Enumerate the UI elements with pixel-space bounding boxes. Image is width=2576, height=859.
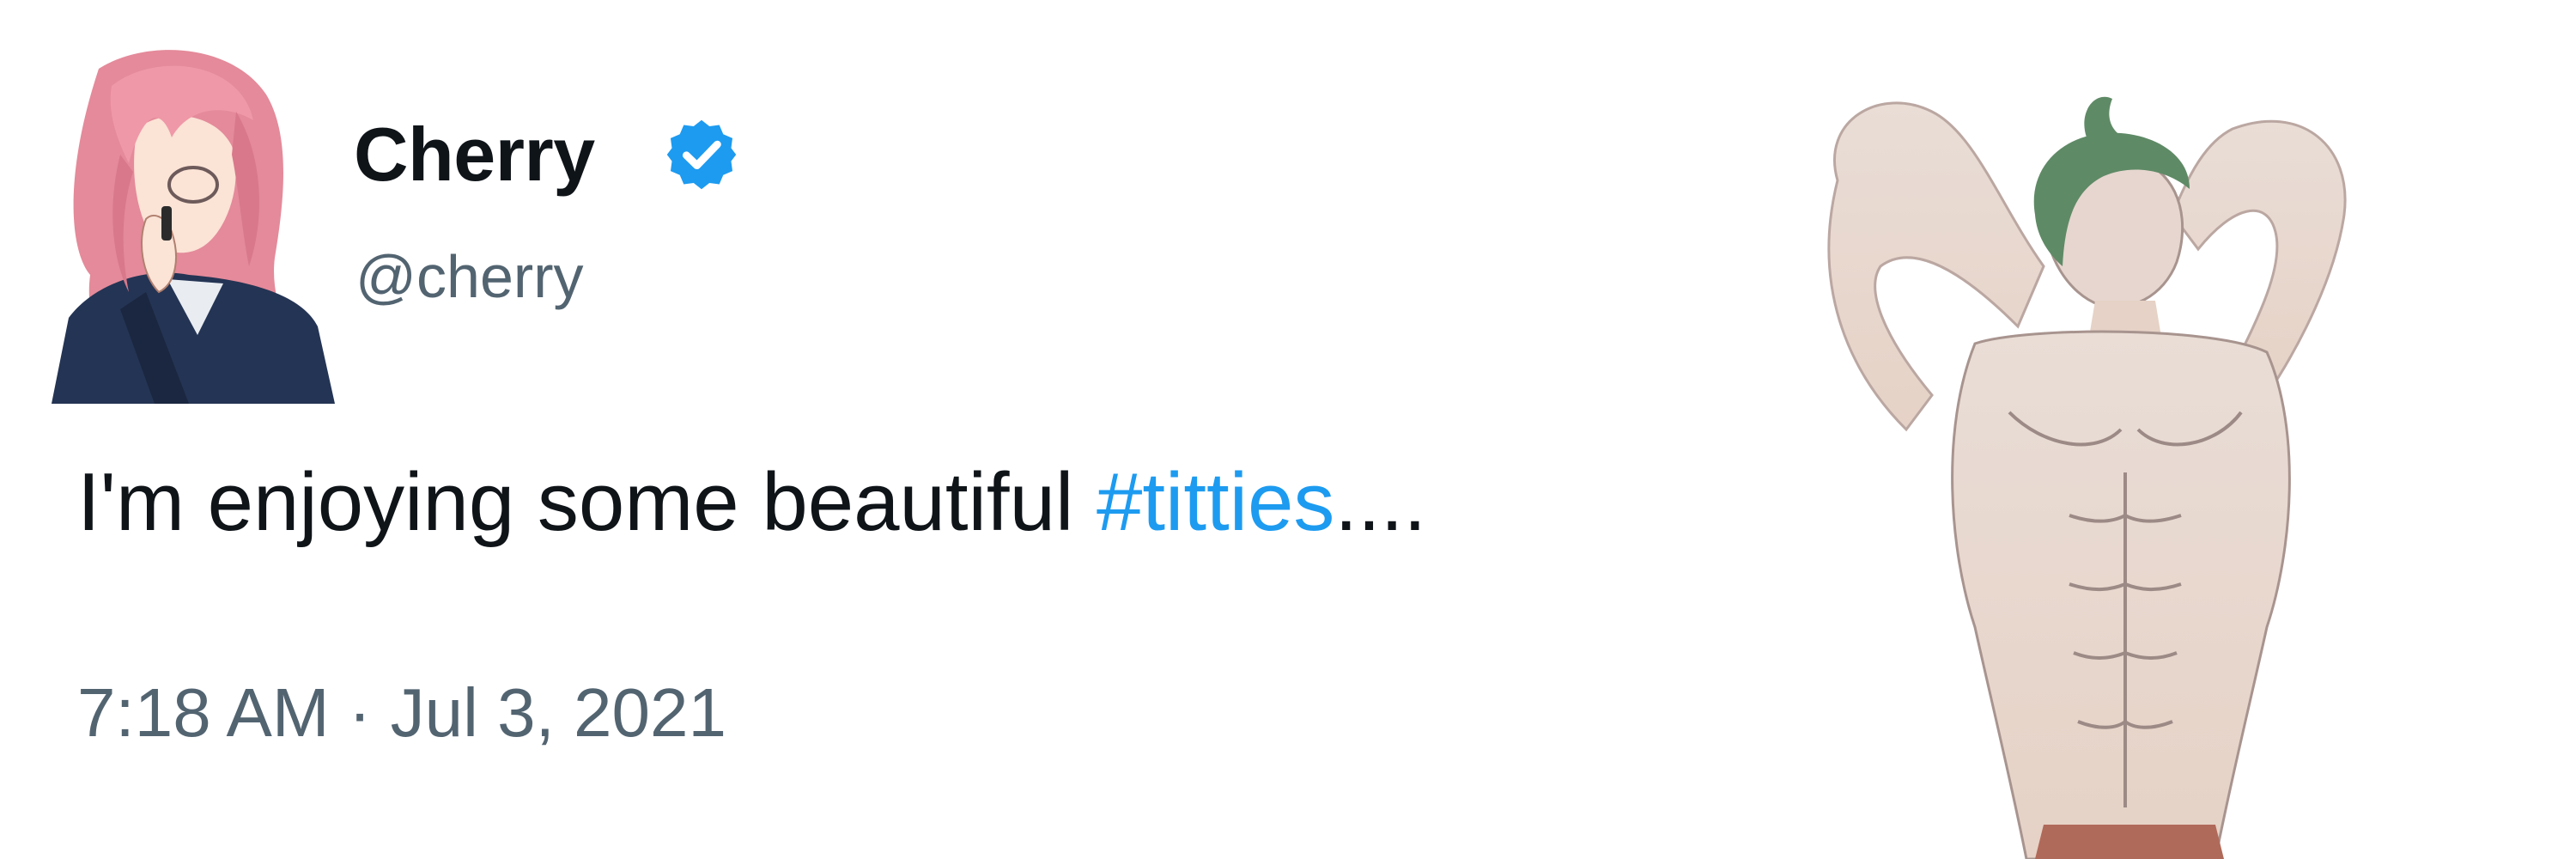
hashtag-link[interactable]: #titties: [1097, 456, 1334, 548]
avatar-illustration: [52, 50, 335, 404]
display-name-row: Cherry: [354, 112, 741, 198]
tweet-media-image[interactable]: [1786, 69, 2439, 859]
avatar[interactable]: [17, 34, 343, 404]
tweet-timestamp[interactable]: 7:18 AM · Jul 3, 2021: [77, 670, 726, 756]
tweet-card: Cherry @cherry I'm enjoying some beautif…: [0, 0, 2576, 859]
tweet-text: I'm enjoying some beautiful #titties....: [77, 451, 1426, 554]
user-handle[interactable]: @cherry: [355, 238, 584, 315]
tweet-text-trailing: ....: [1334, 456, 1427, 548]
verified-badge-icon: [666, 119, 736, 190]
display-name[interactable]: Cherry: [354, 112, 595, 198]
tweet-text-main: I'm enjoying some beautiful: [77, 456, 1097, 548]
character-illustration: [1827, 96, 2347, 859]
